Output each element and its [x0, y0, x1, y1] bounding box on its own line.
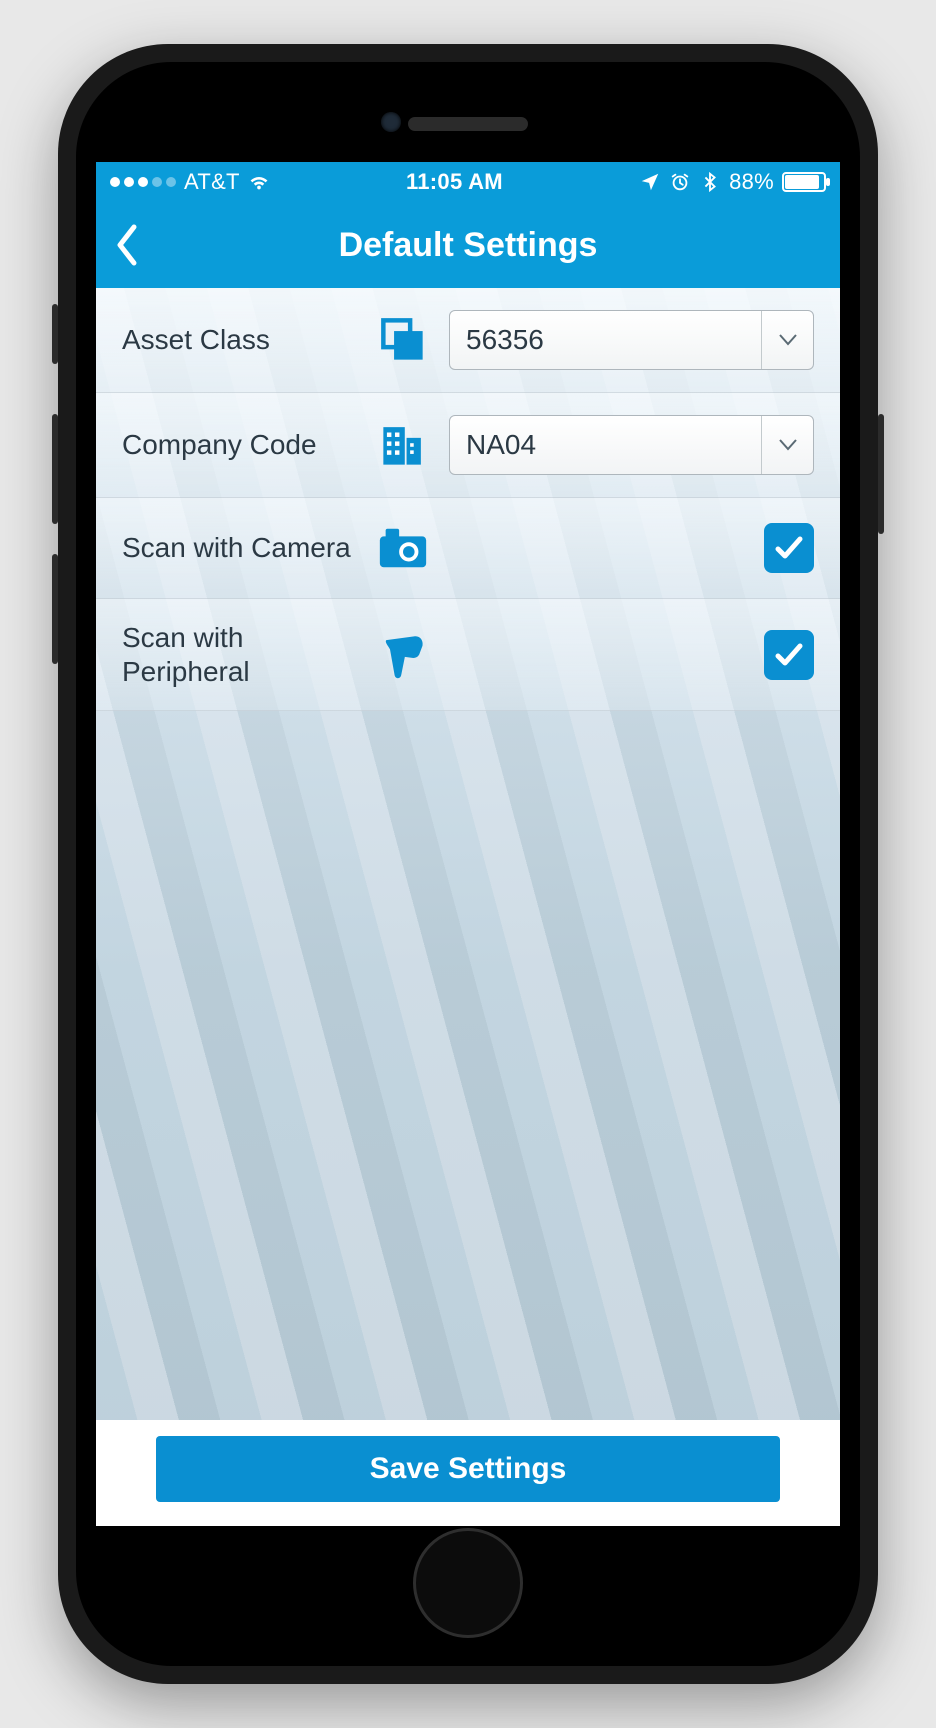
company-code-dropdown[interactable]: NA04 [449, 415, 814, 475]
phone-shell: AT&T 11:05 AM [58, 44, 878, 1684]
home-button[interactable] [413, 1528, 523, 1638]
building-icon [375, 417, 431, 473]
asset-class-value: 56356 [466, 324, 544, 356]
row-asset-class: Asset Class 56356 [96, 288, 840, 393]
scan-peripheral-label: Scan with Peripheral [122, 621, 357, 688]
asset-class-icon [375, 312, 431, 368]
save-settings-button[interactable]: Save Settings [156, 1436, 780, 1502]
scan-camera-checkbox[interactable] [764, 523, 814, 573]
mute-switch [52, 304, 58, 364]
row-scan-camera: Scan with Camera [96, 498, 840, 599]
company-code-label: Company Code [122, 428, 357, 462]
location-icon [639, 171, 661, 193]
earpiece [408, 117, 528, 131]
chevron-down-icon [761, 416, 813, 474]
carrier-label: AT&T [184, 169, 240, 195]
company-code-value: NA04 [466, 429, 536, 461]
battery-pct: 88% [729, 169, 774, 195]
nav-bar: Default Settings [96, 202, 840, 288]
volume-down [52, 554, 58, 664]
battery-icon [782, 172, 826, 192]
page-title: Default Settings [339, 226, 598, 265]
chevron-down-icon [761, 311, 813, 369]
asset-class-dropdown[interactable]: 56356 [449, 310, 814, 370]
asset-class-label: Asset Class [122, 323, 357, 357]
scan-camera-label: Scan with Camera [122, 531, 357, 565]
alarm-icon [669, 171, 691, 193]
signal-dots-icon [110, 177, 176, 187]
content-area: Asset Class 56356 [96, 288, 840, 1420]
volume-up [52, 414, 58, 524]
wifi-icon [248, 171, 270, 193]
scan-peripheral-checkbox[interactable] [764, 630, 814, 680]
power-button [878, 414, 884, 534]
bluetooth-icon [699, 171, 721, 193]
row-scan-peripheral: Scan with Peripheral [96, 599, 840, 711]
screen: AT&T 11:05 AM [96, 162, 840, 1526]
phone-inner: AT&T 11:05 AM [76, 62, 860, 1666]
row-company-code: Company Code NA04 [96, 393, 840, 498]
status-time: 11:05 AM [270, 169, 639, 195]
front-camera [381, 112, 401, 132]
scanner-icon [375, 627, 431, 683]
camera-icon [375, 520, 431, 576]
status-bar: AT&T 11:05 AM [96, 162, 840, 202]
back-button[interactable] [114, 223, 142, 267]
footer: Save Settings [96, 1420, 840, 1526]
